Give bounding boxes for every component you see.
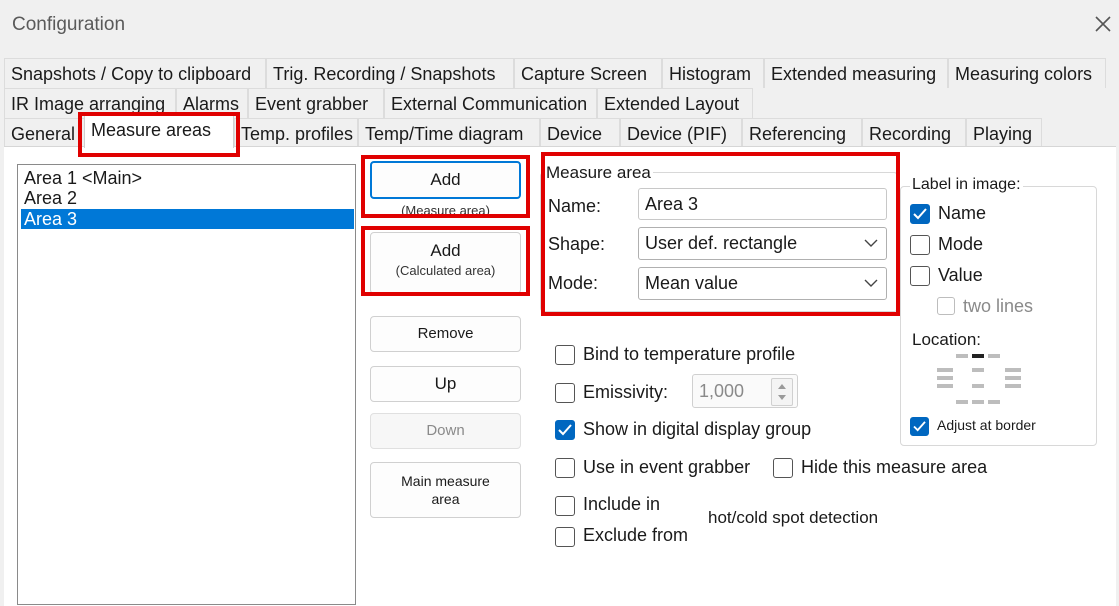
add-calculated-sub: (Calculated area) — [395, 263, 496, 278]
emissivity-checkbox[interactable] — [555, 383, 575, 403]
name-label: Name: — [548, 196, 602, 216]
location-label: Location: — [912, 330, 981, 349]
include-in-label: Include in — [583, 494, 661, 514]
chevron-down-icon — [864, 239, 878, 247]
label-in-image-legend: Label in image: — [910, 176, 1023, 194]
exclude-from-label: Exclude from — [583, 525, 689, 545]
add-measure-area-button[interactable]: Add — [370, 161, 521, 199]
tab-snapshots[interactable]: Snapshots / Copy to clipboard — [4, 58, 266, 88]
two-lines-checkbox[interactable] — [937, 297, 955, 315]
event-grabber-checkbox[interactable] — [555, 458, 575, 478]
tab-device-pif[interactable]: Device (PIF) — [620, 118, 742, 148]
tab-measure-areas[interactable]: Measure areas — [84, 114, 234, 148]
shape-label: Shape: — [548, 234, 606, 254]
tab-event-grabber[interactable]: Event grabber — [248, 88, 384, 118]
tab-extended-measuring[interactable]: Extended measuring — [764, 58, 948, 88]
area-list[interactable]: Area 1 <Main> Area 2 Area 3 — [17, 164, 356, 605]
spin-buttons[interactable] — [771, 378, 793, 406]
location-right-mid[interactable] — [1005, 376, 1021, 380]
shape-select[interactable]: User def. rectangle — [638, 227, 887, 260]
mode-value: Mean value — [645, 273, 739, 293]
tab-measuring-colors[interactable]: Measuring colors — [948, 58, 1106, 88]
tab-trig-recording[interactable]: Trig. Recording / Snapshots — [266, 58, 514, 88]
location-left-top[interactable] — [937, 368, 953, 372]
location-right-bottom[interactable] — [1005, 384, 1021, 388]
location-left-bottom[interactable] — [937, 384, 953, 388]
location-center-bottom[interactable] — [972, 384, 984, 388]
location-top-left[interactable] — [956, 354, 968, 358]
add-measure-label: Add — [430, 170, 461, 189]
emissivity-value: 1,000 — [699, 381, 745, 401]
check-icon — [913, 421, 926, 432]
shape-value: User def. rectangle — [645, 233, 798, 253]
show-digital-checkbox[interactable] — [555, 420, 575, 440]
location-left-mid[interactable] — [937, 376, 953, 380]
label-value-checkbox[interactable] — [910, 266, 930, 286]
list-item-selected[interactable]: Area 3 — [21, 209, 354, 229]
add-calculated-label: Add — [430, 241, 461, 260]
add-measure-sub: (Measure area) — [401, 203, 490, 218]
spin-arrows-icon — [778, 384, 786, 400]
location-bottom-center[interactable] — [972, 400, 984, 404]
tab-referencing[interactable]: Referencing — [742, 118, 862, 148]
tab-row-3: General Measure areas Temp. profiles Tem… — [0, 114, 1119, 148]
tab-histogram[interactable]: Histogram — [662, 58, 764, 88]
tab-temp-profiles[interactable]: Temp. profiles — [234, 118, 358, 148]
emissivity-stepper[interactable]: 1,000 — [692, 374, 798, 408]
tab-device[interactable]: Device — [540, 118, 620, 148]
label-value-text: Value — [938, 265, 983, 285]
location-right-top[interactable] — [1005, 368, 1021, 372]
list-item[interactable]: Area 2 — [21, 188, 354, 208]
exclude-from-checkbox[interactable] — [555, 527, 575, 547]
main-measure-line2: area — [431, 491, 460, 507]
location-bottom-right[interactable] — [988, 400, 1000, 404]
list-item[interactable]: Area 1 <Main> — [21, 168, 354, 188]
bind-profile-checkbox[interactable] — [555, 345, 575, 365]
mode-label: Mode: — [548, 273, 599, 293]
tab-extended-layout[interactable]: Extended Layout — [597, 88, 753, 118]
up-button[interactable]: Up — [370, 366, 521, 402]
check-icon — [913, 208, 927, 220]
chevron-down-icon — [864, 279, 878, 287]
down-button[interactable]: Down — [370, 413, 521, 449]
hide-area-label: Hide this measure area — [801, 457, 988, 477]
emissivity-label: Emissivity: — [583, 382, 668, 402]
location-center-top[interactable] — [972, 368, 984, 372]
remove-button[interactable]: Remove — [370, 316, 521, 352]
label-name-checkbox[interactable] — [910, 204, 930, 224]
tab-external-communication[interactable]: External Communication — [384, 88, 597, 118]
event-grabber-label: Use in event grabber — [583, 457, 751, 477]
tab-playing[interactable]: Playing — [966, 118, 1042, 148]
mode-select[interactable]: Mean value — [638, 267, 887, 300]
measure-area-legend: Measure area — [544, 163, 653, 183]
label-mode-checkbox[interactable] — [910, 235, 930, 255]
check-icon — [558, 424, 572, 436]
tab-row-1: Snapshots / Copy to clipboard Trig. Reco… — [0, 58, 1119, 88]
main-measure-area-button[interactable]: Main measure area — [370, 462, 521, 518]
hide-area-checkbox[interactable] — [773, 458, 793, 478]
location-bottom-left[interactable] — [956, 400, 968, 404]
name-input[interactable]: Area 3 — [638, 188, 887, 220]
add-calculated-area-button[interactable]: Add (Calculated area) — [370, 232, 521, 294]
location-top-right[interactable] — [988, 354, 1000, 358]
two-lines-text: two lines — [963, 296, 1034, 316]
show-digital-label: Show in digital display group — [583, 419, 812, 439]
label-name-text: Name — [938, 203, 987, 223]
tab-capture-screen[interactable]: Capture Screen — [514, 58, 662, 88]
close-icon[interactable] — [1090, 10, 1116, 38]
tab-general[interactable]: General — [4, 118, 86, 148]
adjust-border-checkbox[interactable] — [910, 417, 929, 436]
tab-recording[interactable]: Recording — [862, 118, 966, 148]
bind-profile-label: Bind to temperature profile — [583, 344, 796, 364]
location-selector[interactable] — [937, 354, 1021, 406]
hotcold-label: hot/cold spot detection — [708, 508, 879, 527]
adjust-border-text: Adjust at border — [937, 417, 1036, 433]
label-mode-text: Mode — [938, 234, 984, 254]
main-measure-line1: Main measure — [401, 473, 490, 489]
tab-temp-time-diagram[interactable]: Temp/Time diagram — [358, 118, 540, 148]
window-title: Configuration — [12, 14, 126, 35]
location-top-center[interactable] — [972, 354, 984, 358]
include-in-checkbox[interactable] — [555, 496, 575, 516]
